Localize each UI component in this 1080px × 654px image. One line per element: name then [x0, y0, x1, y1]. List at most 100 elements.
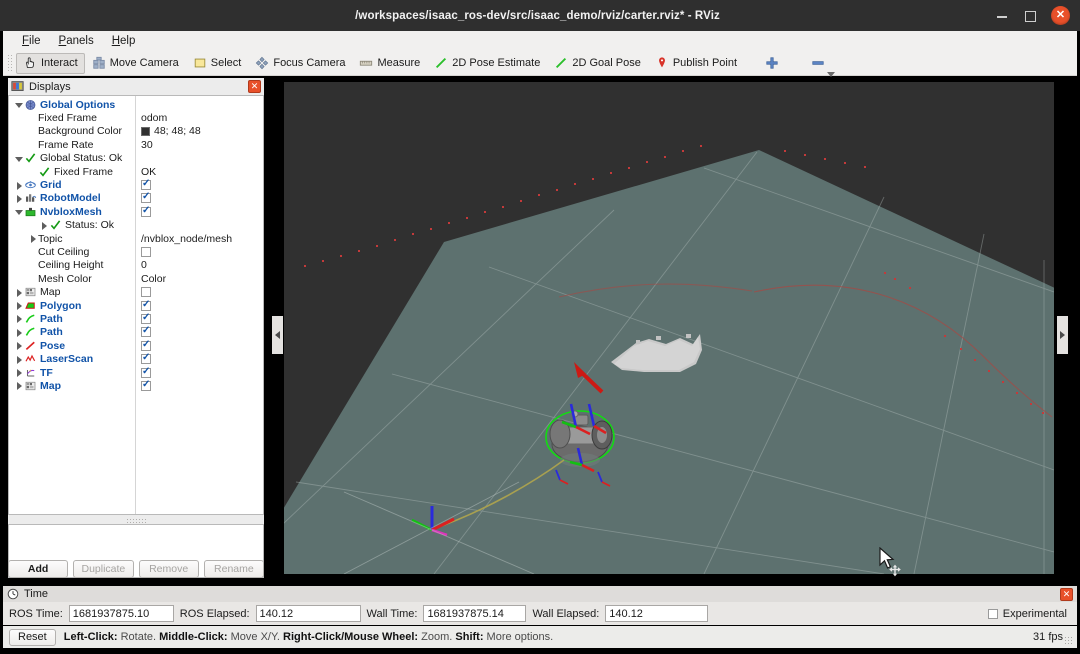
tree-row-value[interactable]	[135, 207, 151, 217]
chevron-down-icon[interactable]	[827, 72, 835, 78]
remove-button[interactable]: Remove	[139, 560, 199, 578]
add-button[interactable]: Add	[8, 560, 68, 578]
tree-row-value[interactable]	[135, 327, 151, 337]
tree-row-value[interactable]	[135, 341, 151, 351]
tree-row-value[interactable]	[135, 287, 151, 297]
tree-expander-right-icon[interactable]	[13, 354, 24, 365]
tree-item-checkbox[interactable]	[141, 341, 151, 351]
tree-row-value[interactable]	[135, 314, 151, 324]
tree-value-text[interactable]: odom	[141, 112, 167, 124]
tool-move-camera[interactable]: Move Camera	[85, 53, 186, 74]
close-button[interactable]: ✕	[1051, 6, 1070, 25]
tool-publish-point[interactable]: Publish Point	[648, 53, 744, 74]
tree-row-value[interactable]	[135, 354, 151, 364]
tool-remove-tool[interactable]	[804, 53, 832, 74]
maximize-button[interactable]	[1023, 9, 1037, 23]
tree-expander-right-icon[interactable]	[38, 220, 49, 231]
tree-item-checkbox[interactable]	[141, 301, 151, 311]
tree-value-text[interactable]: 30	[141, 139, 153, 151]
tree-item-checkbox[interactable]	[141, 381, 151, 391]
right-panel-collapse-handle[interactable]	[1057, 316, 1068, 354]
tool-focus-camera[interactable]: Focus Camera	[248, 53, 352, 74]
color-swatch[interactable]	[141, 127, 150, 136]
wall-elapsed-input[interactable]: 140.12	[605, 605, 708, 622]
displays-tree[interactable]: Global OptionsFixed FrameodomBackground …	[8, 95, 264, 515]
tree-expander-right-icon[interactable]	[13, 327, 24, 338]
tree-expander-right-icon[interactable]	[27, 233, 38, 244]
tree-expander-right-icon[interactable]	[13, 180, 24, 191]
time-panel-close-button[interactable]: ✕	[1060, 588, 1073, 601]
tree-row[interactable]: Cut Ceiling	[9, 245, 263, 258]
tree-row-value[interactable]	[135, 301, 151, 311]
tree-expander-right-icon[interactable]	[13, 340, 24, 351]
reset-button[interactable]: Reset	[9, 629, 56, 646]
tree-row[interactable]: NvbloxMesh	[9, 205, 263, 218]
tree-value-text[interactable]: 0	[141, 259, 147, 271]
resize-grip[interactable]	[1064, 636, 1073, 645]
tree-item-checkbox[interactable]	[141, 247, 151, 257]
tree-expander-down-icon[interactable]	[13, 99, 24, 110]
tree-row[interactable]: Fixed FrameOK	[9, 165, 263, 178]
tree-row[interactable]: Grid	[9, 178, 263, 191]
experimental-checkbox[interactable]	[988, 609, 998, 619]
tree-row[interactable]: Global Status: Ok	[9, 152, 263, 165]
tree-expander-right-icon[interactable]	[13, 380, 24, 391]
tree-item-checkbox[interactable]	[141, 314, 151, 324]
tree-row[interactable]: Topic/nvblox_node/mesh	[9, 232, 263, 245]
left-panel-collapse-handle[interactable]	[272, 316, 283, 354]
tree-expander-down-icon[interactable]	[13, 206, 24, 217]
ros-elapsed-input[interactable]: 140.12	[256, 605, 361, 622]
toolbar-grip[interactable]	[7, 54, 13, 72]
tool-measure[interactable]: Measure	[352, 53, 427, 74]
tree-item-checkbox[interactable]	[141, 193, 151, 203]
tree-row[interactable]: Ceiling Height0	[9, 259, 263, 272]
tree-row[interactable]: Status: Ok	[9, 219, 263, 232]
tool-add-tool[interactable]	[758, 53, 786, 74]
tool-interact[interactable]: Interact	[16, 53, 85, 74]
displays-panel-close-button[interactable]: ✕	[248, 80, 261, 93]
tree-item-checkbox[interactable]	[141, 180, 151, 190]
tree-row-value[interactable]	[135, 180, 151, 190]
tree-row[interactable]: Global Options	[9, 98, 263, 111]
tree-row-value[interactable]	[135, 247, 151, 257]
ros-time-input[interactable]: 1681937875.10	[69, 605, 174, 622]
tree-item-checkbox[interactable]	[141, 207, 151, 217]
tree-item-checkbox[interactable]	[141, 287, 151, 297]
tree-row[interactable]: Mesh ColorColor	[9, 272, 263, 285]
tree-row[interactable]: LaserScan	[9, 352, 263, 365]
tree-expander-right-icon[interactable]	[13, 367, 24, 378]
tree-value-text[interactable]: /nvblox_node/mesh	[141, 233, 232, 245]
duplicate-button[interactable]: Duplicate	[73, 560, 133, 578]
menu-help[interactable]: Help	[103, 34, 145, 48]
tree-expander-right-icon[interactable]	[13, 300, 24, 311]
tree-row-value[interactable]	[135, 381, 151, 391]
tree-row[interactable]: Path	[9, 326, 263, 339]
tree-row-value[interactable]	[135, 193, 151, 203]
tree-value-text[interactable]: OK	[141, 166, 156, 178]
tree-row[interactable]: Pose	[9, 339, 263, 352]
tool-select[interactable]: Select	[186, 53, 249, 74]
tree-row[interactable]: Path	[9, 312, 263, 325]
tree-expander-down-icon[interactable]	[13, 153, 24, 164]
tree-expander-right-icon[interactable]	[13, 313, 24, 324]
tree-row[interactable]: Frame Rate30	[9, 138, 263, 151]
menu-panels[interactable]: Panels	[50, 34, 103, 48]
tree-expander-right-icon[interactable]	[13, 287, 24, 298]
menu-file[interactable]: File	[13, 34, 50, 48]
tool-2d-pose-estimate[interactable]: 2D Pose Estimate	[427, 53, 547, 74]
tree-row[interactable]: RobotModel	[9, 192, 263, 205]
tree-item-checkbox[interactable]	[141, 354, 151, 364]
tool-2d-goal-pose[interactable]: 2D Goal Pose	[547, 53, 647, 74]
panel-splitter-grip[interactable]	[126, 518, 146, 523]
experimental-toggle[interactable]: Experimental	[988, 608, 1071, 620]
tree-item-checkbox[interactable]	[141, 327, 151, 337]
3d-viewport[interactable]	[284, 82, 1054, 574]
tree-expander-right-icon[interactable]	[13, 193, 24, 204]
tree-value-text[interactable]: Color	[141, 273, 166, 285]
tree-row[interactable]: TF	[9, 366, 263, 379]
tree-row-value[interactable]	[135, 368, 151, 378]
tree-row[interactable]: Map	[9, 285, 263, 298]
rename-button[interactable]: Rename	[204, 560, 264, 578]
minimize-button[interactable]	[995, 9, 1009, 23]
tree-item-checkbox[interactable]	[141, 368, 151, 378]
